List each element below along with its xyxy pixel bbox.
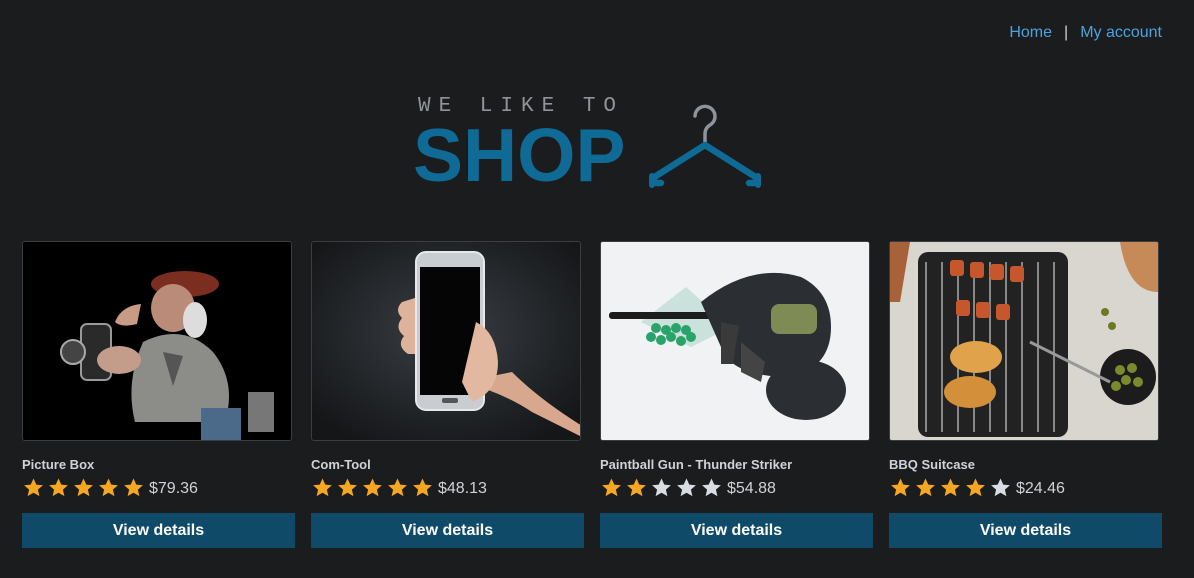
star-rating — [22, 477, 145, 498]
star-empty-icon — [677, 478, 696, 496]
product-rating: $79.36 — [22, 475, 296, 499]
star-filled-icon — [916, 478, 935, 496]
product-card: Com-Tool $48.13 View details — [311, 241, 585, 548]
product-image[interactable] — [600, 241, 870, 441]
star-filled-icon — [363, 478, 382, 496]
star-rating — [889, 477, 1012, 498]
clothes-hanger-icon — [649, 104, 761, 188]
product-card: Paintball Gun - Thunder Striker $54.88 V… — [600, 241, 874, 548]
product-rating: $54.88 — [600, 475, 874, 499]
view-details-button[interactable]: View details — [311, 513, 584, 548]
product-price: $24.46 — [1016, 480, 1065, 497]
star-filled-icon — [891, 478, 910, 496]
product-rating: $48.13 — [311, 475, 585, 499]
product-card: BBQ Suitcase $24.46 View details — [889, 241, 1163, 548]
product-price: $48.13 — [438, 480, 487, 497]
star-filled-icon — [99, 478, 118, 496]
star-empty-icon — [991, 478, 1010, 496]
hand-holding-smartphone-image — [312, 242, 580, 440]
product-price: $79.36 — [149, 480, 198, 497]
product-name[interactable]: BBQ Suitcase — [889, 457, 1163, 473]
star-filled-icon — [338, 478, 357, 496]
product-image[interactable] — [311, 241, 581, 441]
star-filled-icon — [74, 478, 93, 496]
star-empty-icon — [652, 478, 671, 496]
star-filled-icon — [49, 478, 68, 496]
star-filled-icon — [388, 478, 407, 496]
product-rating: $24.46 — [889, 475, 1163, 499]
logo-wordmark: SHOP — [413, 113, 626, 197]
star-rating — [311, 477, 434, 498]
paintball-gun-and-mask-image — [601, 242, 869, 440]
bbq-grill-with-skewers-image — [890, 242, 1158, 440]
star-filled-icon — [313, 478, 332, 496]
product-grid: Picture Box $79.36 View details Com-Tool… — [22, 241, 1172, 548]
product-price: $54.88 — [727, 480, 776, 497]
nav-separator: | — [1064, 24, 1069, 41]
star-filled-icon — [413, 478, 432, 496]
star-filled-icon — [602, 478, 621, 496]
product-name[interactable]: Picture Box — [22, 457, 296, 473]
old-photographer-figurine-image — [23, 242, 291, 440]
top-navigation: Home | My account — [1009, 24, 1162, 42]
star-rating — [600, 477, 723, 498]
home-link[interactable]: Home — [1009, 24, 1052, 42]
product-name[interactable]: Com-Tool — [311, 457, 585, 473]
star-filled-icon — [966, 478, 985, 496]
product-image[interactable] — [22, 241, 292, 441]
product-name[interactable]: Paintball Gun - Thunder Striker — [600, 457, 874, 473]
view-details-button[interactable]: View details — [22, 513, 295, 548]
site-logo[interactable]: WE LIKE TO SHOP — [413, 92, 776, 197]
my-account-link[interactable]: My account — [1080, 24, 1162, 42]
star-filled-icon — [627, 478, 646, 496]
star-filled-icon — [941, 478, 960, 496]
star-empty-icon — [702, 478, 721, 496]
star-filled-icon — [24, 478, 43, 496]
product-card: Picture Box $79.36 View details — [22, 241, 296, 548]
view-details-button[interactable]: View details — [600, 513, 873, 548]
product-image[interactable] — [889, 241, 1159, 441]
star-filled-icon — [124, 478, 143, 496]
page: Home | My account WE LIKE TO SHOP Pictur… — [0, 0, 1194, 578]
view-details-button[interactable]: View details — [889, 513, 1162, 548]
